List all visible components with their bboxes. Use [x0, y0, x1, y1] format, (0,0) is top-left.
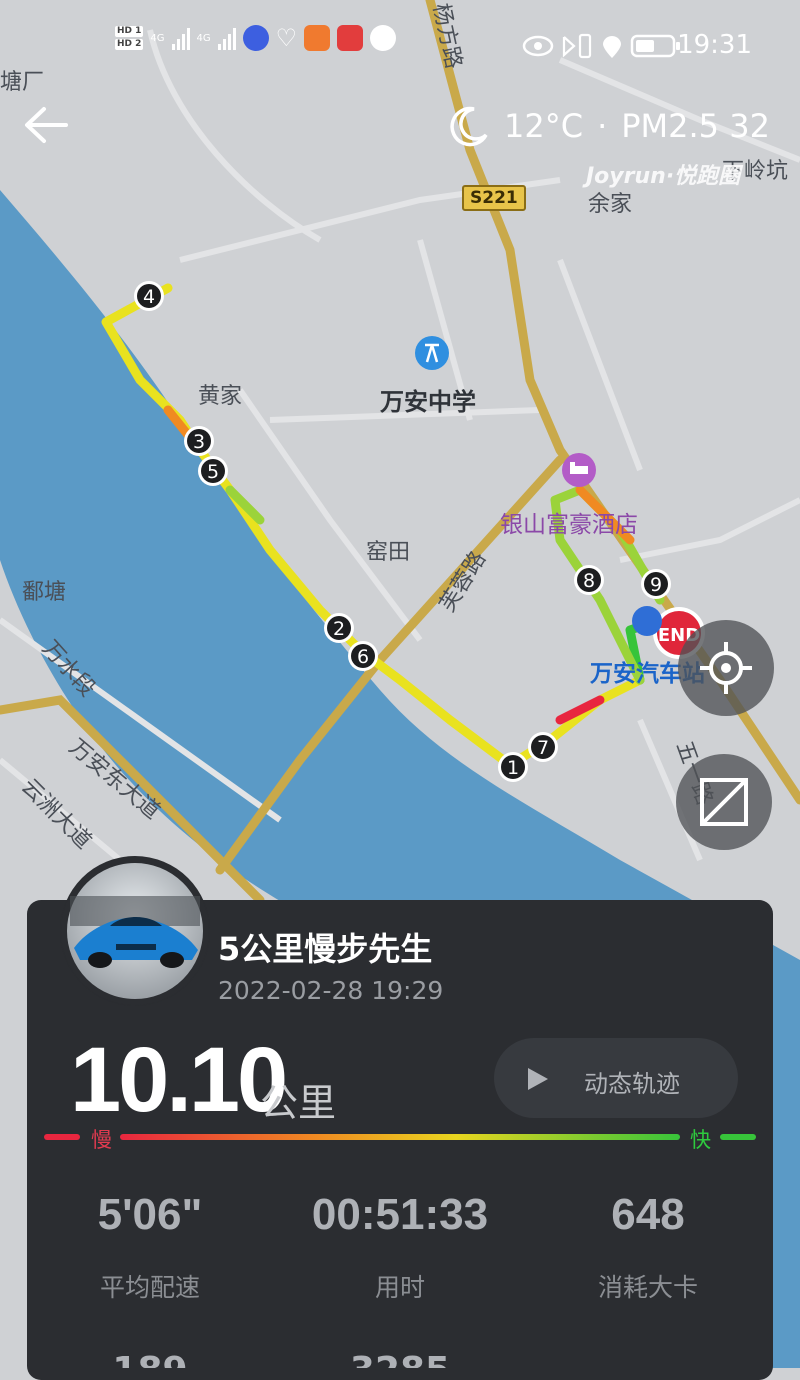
- run-date: 2022-02-28 19:29: [218, 976, 444, 1005]
- sim2-badge: HD 2: [115, 39, 144, 50]
- distance-value: 10.10: [70, 1029, 288, 1131]
- bird-app-icon: [370, 25, 397, 51]
- music-app-icon: [242, 25, 269, 51]
- network1-label: 4G: [150, 32, 165, 44]
- race-car-image: [61, 857, 209, 1005]
- book-app-icon: [337, 25, 364, 51]
- signal-icon: [217, 26, 236, 50]
- health-app-icon: ♡: [275, 24, 298, 52]
- school-poi-icon: [415, 336, 449, 370]
- fast-bar: [720, 1134, 756, 1140]
- calories-value: 648: [611, 1190, 685, 1239]
- map-style-button[interactable]: [676, 754, 772, 850]
- marker-2: 2: [333, 618, 345, 640]
- status-right-icons: [522, 33, 680, 59]
- duration-value: 00:51:33: [311, 1190, 489, 1239]
- road-badge: S221: [462, 185, 526, 211]
- image-toggle-icon: [700, 778, 748, 826]
- moon-icon: [450, 106, 488, 147]
- marker-1: 1: [507, 757, 519, 779]
- replay-track-button[interactable]: 动态轨迹: [494, 1038, 738, 1118]
- weather-separator: ·: [597, 107, 608, 145]
- sim1-badge: HD 1: [115, 26, 144, 37]
- marker-5: 5: [207, 461, 219, 483]
- weather-pm25: PM2.5 32: [621, 107, 770, 145]
- fast-label: 快: [690, 1128, 711, 1152]
- crosshair-icon: [700, 642, 752, 694]
- marker-9: 9: [650, 574, 662, 596]
- slow-bar: [44, 1134, 80, 1140]
- avg-pace-label: 平均配速: [99, 1273, 200, 1302]
- heart-app-icon: [304, 25, 331, 51]
- marker-8: 8: [583, 570, 595, 592]
- steps-value-partial: 3285: [290, 1350, 510, 1368]
- weather-temp: 12°C: [504, 107, 584, 145]
- speed-gradient-bar: [120, 1134, 680, 1140]
- marker-6: 6: [357, 646, 369, 668]
- status-left-icons: HD 1 HD 2 4G 4G ♡: [115, 24, 397, 52]
- marker-3: 3: [193, 431, 205, 453]
- map-label: 鄱塘: [22, 580, 67, 605]
- duration-label: 用时: [374, 1273, 425, 1302]
- network2-label: 4G: [196, 32, 211, 44]
- map-label-school[interactable]: 万安中学: [380, 382, 476, 417]
- hotel-poi-icon: [562, 453, 596, 487]
- username: 5公里慢步先生: [218, 930, 433, 968]
- distance-unit: 公里: [260, 1081, 337, 1125]
- bus-poi-icon: [632, 606, 662, 636]
- signal-icon: [171, 26, 190, 50]
- map-label: 黄家: [198, 384, 243, 409]
- map-label: 余家: [588, 192, 633, 217]
- avatar[interactable]: [60, 856, 210, 1006]
- slow-label: 慢: [91, 1128, 112, 1152]
- play-icon: [528, 1068, 548, 1090]
- locate-button[interactable]: [678, 620, 774, 716]
- marker-4: 4: [143, 286, 155, 308]
- back-arrow-icon[interactable]: [22, 104, 70, 146]
- cadence-value-partial: 189: [40, 1350, 260, 1368]
- app-watermark: Joyrun·悦跑圈: [586, 164, 741, 189]
- status-time: 19:31: [677, 30, 752, 60]
- marker-7: 7: [537, 737, 549, 759]
- avg-pace-value: 5'06": [97, 1190, 203, 1239]
- calories-label: 消耗大卡: [597, 1273, 698, 1302]
- map-label-hotel[interactable]: 银山富豪酒店: [500, 505, 638, 539]
- replay-track-label: 动态轨迹: [584, 1070, 680, 1098]
- map-label: 窑田: [366, 540, 411, 565]
- status-bar: HD 1 HD 2 4G 4G ♡ 19:31: [0, 0, 800, 90]
- weather-info: 12°C · PM2.5 32: [448, 104, 770, 148]
